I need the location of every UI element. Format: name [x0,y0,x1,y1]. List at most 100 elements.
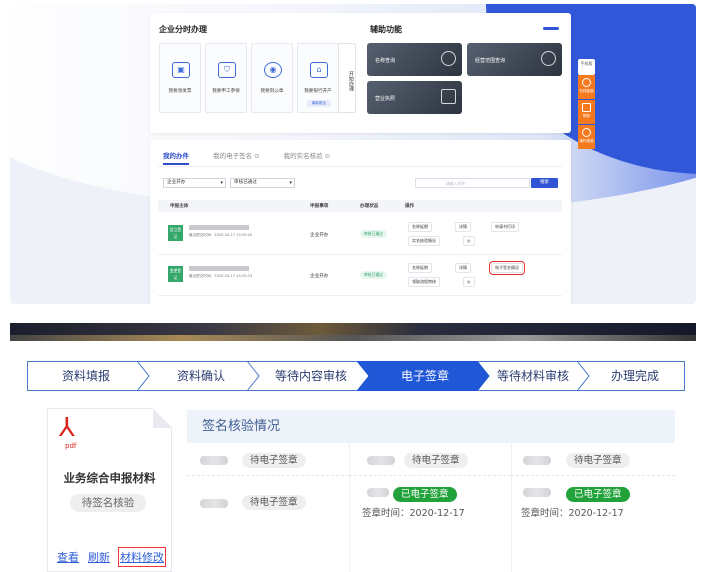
header-applicant: 申报主体 [170,204,189,209]
online-service-button[interactable]: 在线客服 [578,75,595,99]
business-type-select[interactable]: 企业开办 [163,178,226,188]
signature-panel: 签名核验情况 待电子签章 待电子签章 待电子签章 待电子签章 已电子签章 签章时… [187,410,685,572]
new-tag: 最新推出 [307,100,331,107]
submit-time: 最近提交时间：2020-04-17 15:25:20 [189,233,253,237]
signature-panel-title: 签名核验情况 [187,410,675,443]
search-icon [441,51,456,66]
redacted-company-name [189,225,249,230]
material-status-badge: 待签名核验 [70,494,146,512]
sign-time: 签章时间：2020-12-17 [521,508,624,519]
bottom-screenshot: 资料填报 资料确认 等待内容审核 电子签章 等待材料审核 办理完成 ⅄ pdf … [10,341,696,572]
tab-my-cases[interactable]: 我的办件 [163,152,189,165]
tab-my-verify[interactable]: 我的实名核验 ⊙ [284,152,331,160]
service-card-title: 企业分时办理 [159,25,207,34]
signer-cell: 已电子签章 签章时间：2020-12-17 [349,484,511,519]
progress-steps: 资料填报 资料确认 等待内容审核 电子签章 等待材料审核 办理完成 [27,361,685,391]
material-title: 业务综合申报材料 [63,471,156,485]
esign-status-button[interactable]: 电子签名情况 [489,261,525,275]
book-icon [441,89,456,104]
aux-scope-query[interactable]: 经营范围查询 [467,43,562,76]
detail-button[interactable]: 详情 [455,222,471,232]
signer-cell: 待电子签章 [187,484,349,517]
case-item: 企业开办 [310,274,329,279]
help-button[interactable]: 帮助 [578,100,595,124]
redacted-signer [200,456,228,465]
aux-license[interactable]: 营业执照 [367,81,462,114]
pending-sign-badge: 待电子签章 [566,453,630,468]
step-material-review: 等待材料审核 [496,369,569,383]
tab-divider [158,166,562,167]
case-item: 企业开办 [310,233,329,238]
bank-icon: ⌂ [310,62,328,78]
start-button[interactable]: 开始办理 [338,43,356,113]
aux-name-query[interactable]: 名称查询 [367,43,462,76]
detail-button[interactable]: 详情 [455,263,471,273]
name-extend-button[interactable]: 名称延期 [408,263,432,273]
pdf-icon: ⅄ [59,413,75,443]
tab-my-esign[interactable]: 我的电子签名 ⊙ [213,152,260,160]
table-header: 申报主体 申报事项 办理状态 操作 [158,200,562,212]
page-fold [153,408,172,428]
aux-functions-title: 辅助功能 [370,25,402,34]
mobile-version-button[interactable]: 手机版 [578,59,595,75]
service-label: 我要领发票 [168,89,192,94]
pdf-label: pdf [65,442,77,450]
carousel-indicator[interactable] [543,27,559,30]
signer-cell: 待电子签章 [187,443,349,476]
material-card: ⅄ pdf 业务综合申报材料 待签名核验 查看 刷新 材料修改 [47,408,172,572]
my-cases-card: 我的办件 我的电子签名 ⊙ 我的实名核验 ⊙ 企业开办 审核已通过 请输入名称 … [150,140,571,304]
redacted-signer [523,488,551,497]
status-select[interactable]: 审核已通过 [230,178,295,188]
signer-cell: 已电子签章 签章时间：2020-12-17 [511,484,675,519]
signer-cell: 待电子签章 [511,443,675,476]
refresh-link[interactable]: 刷新 [88,549,110,565]
header-item: 申报事项 [310,204,329,209]
view-link[interactable]: 查看 [57,549,79,565]
case-type-badge: 变更登记 [168,266,183,282]
redacted-signer [200,499,228,508]
status-badge: 审核已通过 [360,271,387,279]
side-label: 帮助 [582,114,591,118]
case-tabs: 我的办件 我的电子签名 ⊙ 我的实名核验 ⊙ [163,150,352,165]
verify-status-button[interactable]: 实名核验情况 [408,236,440,246]
redacted-signer [367,456,395,465]
shield-icon: ⛉ [218,62,236,78]
more-icon[interactable]: ◎ [463,236,475,246]
signer-cell: 待电子签章 [349,443,511,476]
signed-badge: 已电子签章 [566,487,630,502]
table-row: 设立登记 最近提交时间：2020-04-17 15:25:20 企业开办 审核已… [158,215,562,255]
step-complete: 办理完成 [610,369,659,383]
submit-time: 最近提交时间：2020-04-17 15:25:23 [189,274,253,278]
service-insurance[interactable]: ⛉ 我要申工参保 [205,43,247,113]
service-bank[interactable]: ⌂ 我要银行开户 最新推出 [297,43,339,113]
side-label: 在线客服 [579,89,594,93]
search-button[interactable]: 搜索 [531,178,558,188]
service-seal[interactable]: ◉ 我要刻公章 [251,43,293,113]
pending-sign-badge: 待电子签章 [242,495,306,510]
collect-review-button[interactable]: 领取流程审核 [408,277,440,287]
seal-icon: ◉ [264,62,282,78]
aux-label: 经营范围查询 [475,58,506,64]
service-label: 我要银行开户 [304,89,332,94]
video-button[interactable]: 操作视频 [578,125,595,149]
more-icon[interactable]: ◎ [463,277,475,287]
side-label: 操作视频 [579,139,594,143]
pending-sign-badge: 待电子签章 [404,453,468,468]
top-screenshot: 企业分时办理 辅助功能 ▣ 我要领发票 ⛉ 我要申工参保 ◉ 我要刻公章 ⌂ 我… [10,4,696,304]
pending-sign-badge: 待电子签章 [242,453,306,468]
print-application-button[interactable]: 申请书打印 [491,222,519,232]
floating-sidebar: 手机版 在线客服 帮助 操作视频 [577,59,596,159]
redacted-signer [523,456,551,465]
aux-label: 名称查询 [375,58,396,64]
edit-material-link[interactable]: 材料修改 [118,547,166,567]
search-input[interactable]: 请输入名称 [415,178,530,188]
header-actions: 操作 [405,204,415,209]
header-status: 办理状态 [360,204,379,209]
name-extend-button[interactable]: 名称延期 [408,222,432,232]
sign-time: 签章时间：2020-12-17 [362,508,465,519]
target-icon [541,51,556,66]
headset-icon [582,78,591,87]
city-banner [10,323,696,341]
table-row: 变更登记 最近提交时间：2020-04-17 15:25:23 企业开办 审核已… [158,256,562,296]
service-invoice[interactable]: ▣ 我要领发票 [159,43,201,113]
